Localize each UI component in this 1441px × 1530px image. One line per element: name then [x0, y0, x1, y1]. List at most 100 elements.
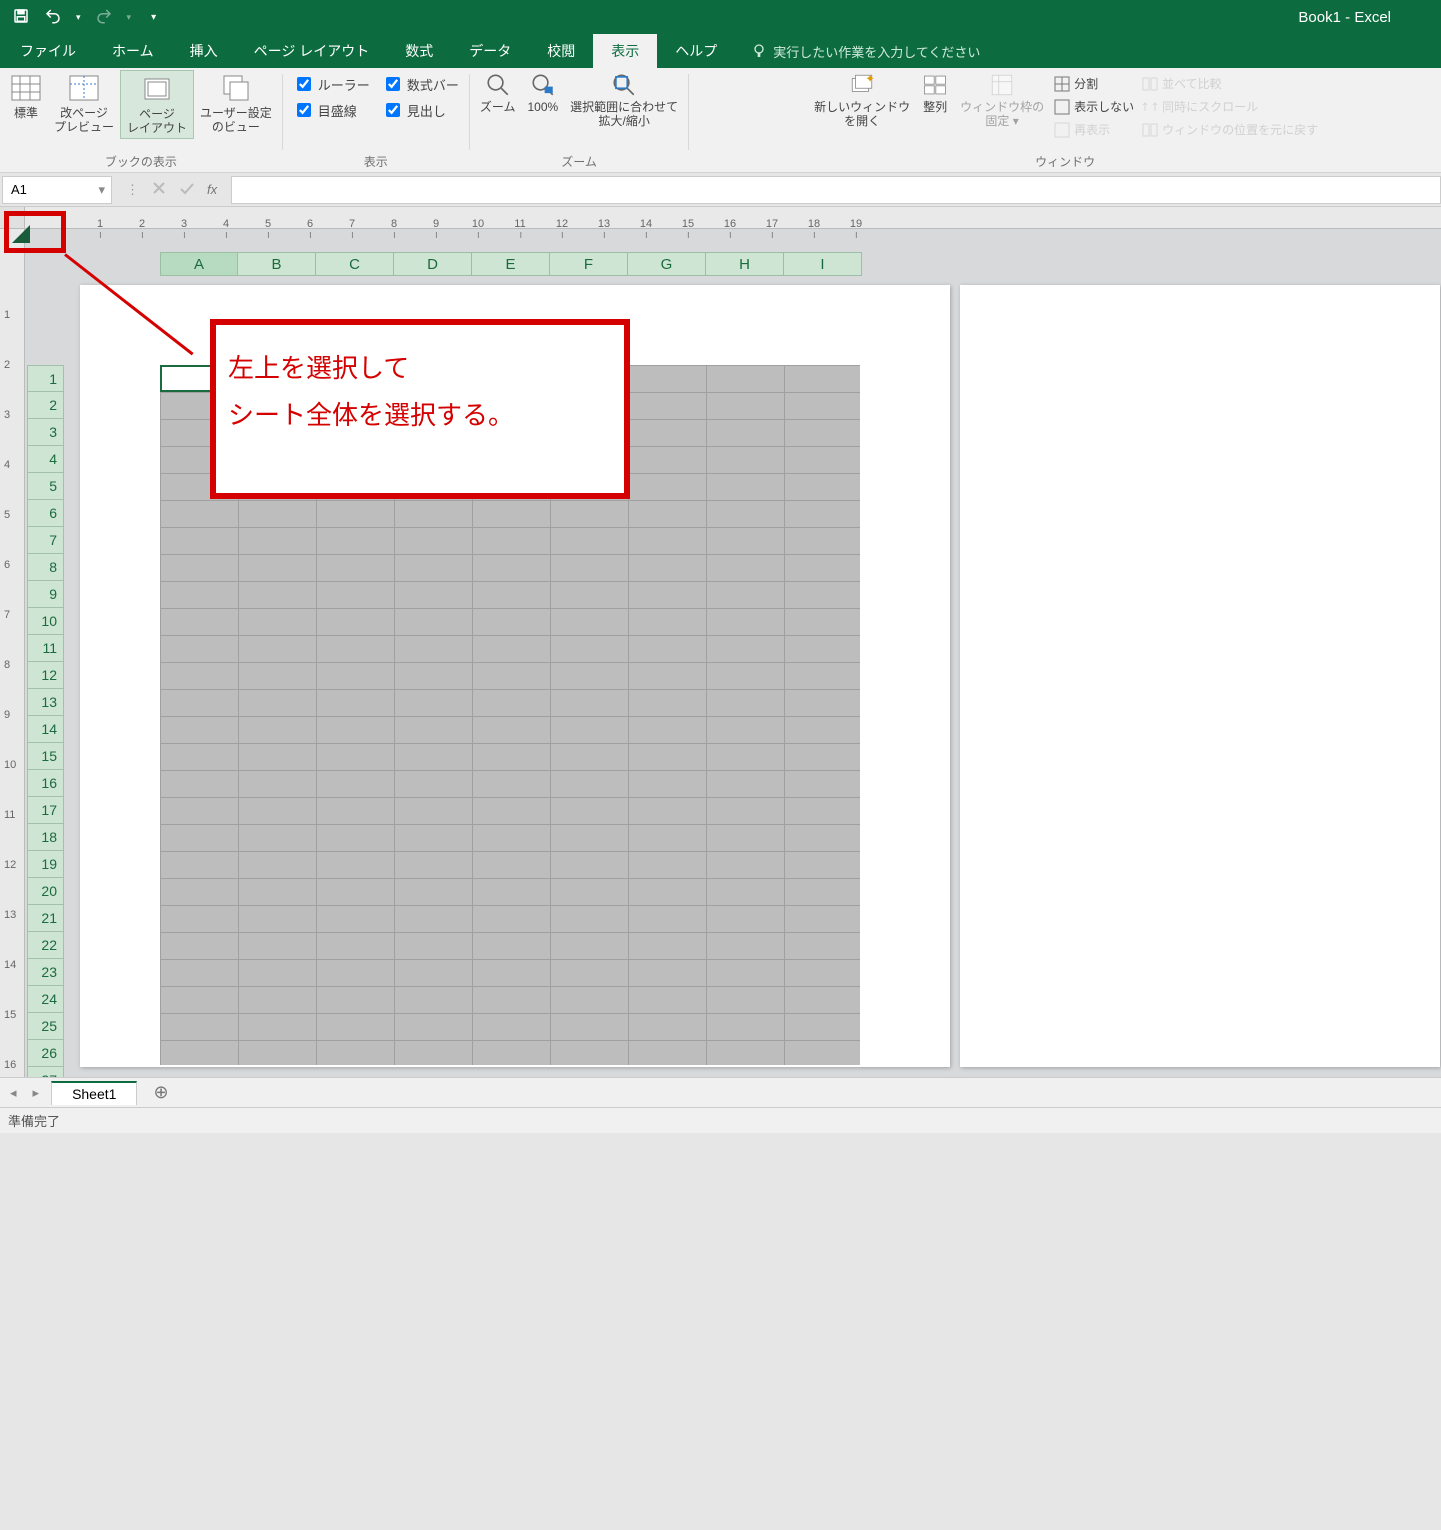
insert-function-icon[interactable]: fx [207, 182, 217, 197]
row-header[interactable]: 21 [27, 905, 64, 932]
tab-scroll-right-icon[interactable]: ▸ [29, 1085, 44, 1101]
group-show: ルーラー 目盛線 数式バー 見出し 表示 [283, 68, 469, 172]
row-header[interactable]: 9 [27, 581, 64, 608]
ruler-tick: 6 [4, 559, 10, 571]
row-header[interactable]: 13 [27, 689, 64, 716]
row-header[interactable]: 3 [27, 419, 64, 446]
row-header[interactable]: 16 [27, 770, 64, 797]
group-label: ウィンドウ [689, 153, 1441, 170]
ruler-tick: 1 [97, 218, 103, 230]
ruler-tick: 10 [4, 759, 16, 771]
tab-data[interactable]: データ [451, 34, 529, 68]
arrange-all-button[interactable]: 整列 [916, 70, 954, 116]
ruler-tick: 19 [850, 218, 862, 230]
row-header[interactable]: 4 [27, 446, 64, 473]
row-header[interactable]: 7 [27, 527, 64, 554]
ruler-checkbox[interactable]: ルーラー [293, 74, 370, 94]
page-2 [960, 285, 1440, 1067]
row-header[interactable]: 14 [27, 716, 64, 743]
row-header[interactable]: 24 [27, 986, 64, 1013]
new-window-button[interactable]: ✦ 新しいウィンドウを開く [808, 70, 916, 131]
title-bar: ▾ ▾ ▾ Book1 - Excel [0, 0, 1441, 34]
column-headers[interactable]: ABCDEFGHI [160, 252, 862, 276]
row-header[interactable]: 27 [27, 1067, 64, 1077]
dropdown-icon[interactable]: ▾ [98, 182, 111, 198]
new-sheet-button[interactable]: ⊕ [145, 1082, 176, 1103]
column-header[interactable]: B [238, 252, 316, 276]
row-header[interactable]: 20 [27, 878, 64, 905]
worksheet-area[interactable]: 12345678910111213141516171819 1234567891… [0, 207, 1441, 1077]
grip-icon: ⋮ [126, 182, 139, 198]
dropdown-icon[interactable]: ▾ [76, 12, 81, 23]
column-header[interactable]: D [394, 252, 472, 276]
tab-review[interactable]: 校閲 [529, 34, 593, 68]
column-header[interactable]: C [316, 252, 394, 276]
tell-me-search[interactable]: 実行したい作業を入力してください [735, 34, 980, 68]
row-header[interactable]: 8 [27, 554, 64, 581]
name-box[interactable]: A1 ▾ [2, 176, 112, 204]
hide-button[interactable]: 表示しない [1054, 97, 1134, 116]
select-all-triangle-icon[interactable] [12, 225, 30, 243]
row-header[interactable]: 12 [27, 662, 64, 689]
zoom-button[interactable]: ズーム [474, 70, 522, 116]
tab-file[interactable]: ファイル [2, 34, 94, 68]
qat-customize-icon[interactable]: ▾ [145, 12, 156, 23]
ruler-tick: 17 [766, 218, 778, 230]
undo-icon[interactable] [44, 7, 62, 28]
column-header[interactable]: F [550, 252, 628, 276]
gridlines-checkbox[interactable]: 目盛線 [293, 100, 370, 120]
headings-checkbox[interactable]: 見出し [382, 100, 459, 120]
formula-input[interactable] [231, 176, 1441, 204]
tab-scroll-left-icon[interactable]: ◂ [6, 1085, 21, 1101]
row-header[interactable]: 1 [27, 365, 64, 392]
row-header[interactable]: 17 [27, 797, 64, 824]
ruler-tick: 5 [265, 218, 271, 230]
freeze-panes-button[interactable]: ウィンドウ枠の固定 ▾ [954, 70, 1050, 131]
quick-access-toolbar: ▾ ▾ ▾ [0, 7, 156, 28]
enter-icon[interactable] [179, 180, 195, 199]
column-header[interactable]: G [628, 252, 706, 276]
tab-insert[interactable]: 挿入 [172, 34, 236, 68]
formula-bar-checkbox[interactable]: 数式バー [382, 74, 459, 94]
row-header[interactable]: 22 [27, 932, 64, 959]
save-icon[interactable] [12, 7, 30, 28]
sheet-tab[interactable]: Sheet1 [51, 1081, 137, 1105]
ruler-tick: 11 [4, 809, 15, 821]
zoom-to-selection-button[interactable]: 選択範囲に合わせて拡大/縮小 [564, 70, 684, 131]
ruler-tick: 16 [724, 218, 736, 230]
column-header[interactable]: E [472, 252, 550, 276]
ruler-tick: 5 [4, 509, 10, 521]
row-header[interactable]: 10 [27, 608, 64, 635]
row-header[interactable]: 18 [27, 824, 64, 851]
ruler-tick: 13 [4, 909, 16, 921]
split-button[interactable]: 分割 [1054, 74, 1134, 93]
tab-home[interactable]: ホーム [94, 34, 172, 68]
cancel-icon[interactable] [151, 180, 167, 199]
normal-view-button[interactable]: 標準 [4, 70, 48, 122]
row-header[interactable]: 15 [27, 743, 64, 770]
status-bar: 準備完了 [0, 1107, 1441, 1133]
tab-view[interactable]: 表示 [593, 34, 657, 68]
tab-help[interactable]: ヘルプ [657, 34, 735, 68]
column-header[interactable]: H [706, 252, 784, 276]
row-header[interactable]: 19 [27, 851, 64, 878]
ruler-tick: 14 [640, 218, 652, 230]
tab-formulas[interactable]: 数式 [387, 34, 451, 68]
page-layout-view-button[interactable]: ページレイアウト [120, 70, 194, 139]
row-header[interactable]: 6 [27, 500, 64, 527]
view-side-by-side-button: 並べて比較 [1142, 74, 1318, 93]
zoom-100-button[interactable]: 100% [521, 70, 564, 116]
tab-page-layout[interactable]: ページ レイアウト [236, 34, 388, 68]
page-break-preview-button[interactable]: 改ページプレビュー [48, 70, 120, 137]
row-header[interactable]: 23 [27, 959, 64, 986]
row-header[interactable]: 26 [27, 1040, 64, 1067]
row-header[interactable]: 2 [27, 392, 64, 419]
row-header[interactable]: 5 [27, 473, 64, 500]
row-header[interactable]: 25 [27, 1013, 64, 1040]
column-header[interactable]: A [160, 252, 238, 276]
row-header[interactable]: 11 [27, 635, 64, 662]
window-title: Book1 - Excel [0, 9, 1441, 26]
custom-views-button[interactable]: ユーザー設定のビュー [194, 70, 278, 137]
column-header[interactable]: I [784, 252, 862, 276]
row-headers[interactable]: 1234567891011121314151617181920212223242… [27, 365, 64, 1077]
